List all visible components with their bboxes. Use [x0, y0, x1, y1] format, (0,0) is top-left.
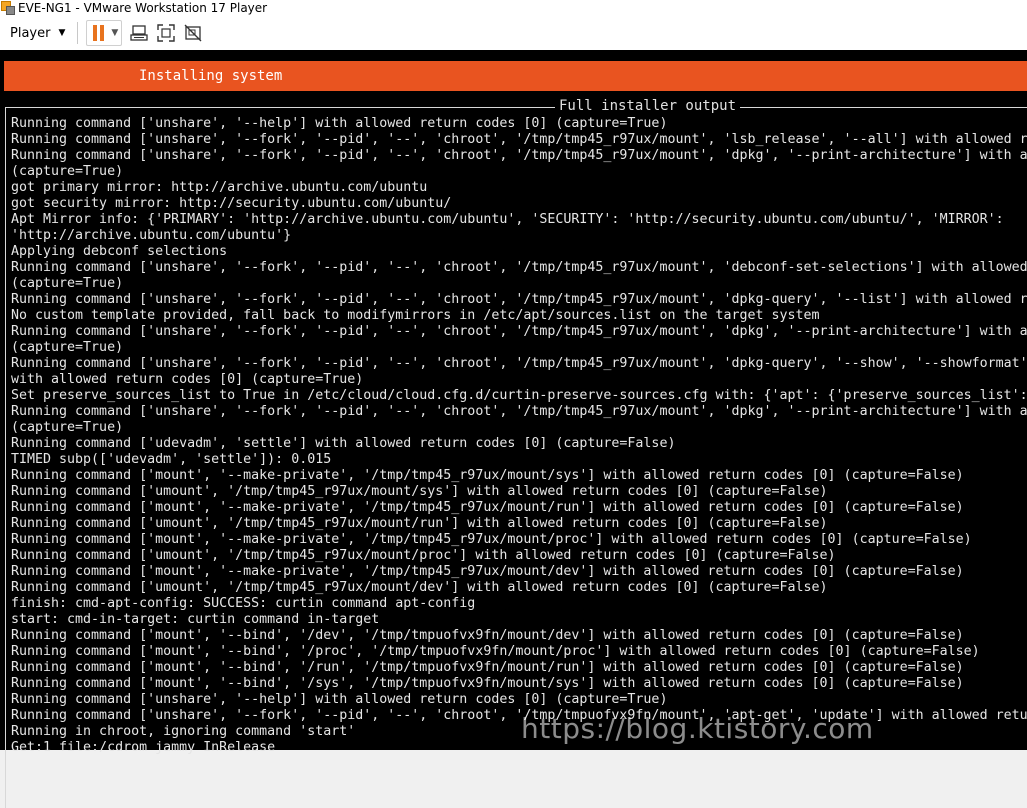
log-line: Running command ['mount', '--make-privat…	[11, 500, 964, 515]
fullscreen-icon[interactable]	[156, 23, 176, 43]
log-line: Running command ['umount', '/tmp/tmp45_r…	[11, 516, 828, 531]
pause-dropdown-icon[interactable]: ▼	[111, 28, 118, 38]
log-line: Running command ['mount', '--bind', '/sy…	[11, 676, 964, 691]
installer-header: Installing system	[139, 68, 283, 84]
send-ctrl-alt-del-icon[interactable]	[129, 23, 149, 43]
pause-button[interactable]: ▼	[86, 20, 123, 46]
vmware-app-icon	[1, 1, 15, 15]
log-line: (capture=True)	[11, 276, 124, 291]
log-line: (capture=True)	[11, 340, 124, 355]
player-menu-label: Player	[10, 25, 51, 41]
log-line: Running command ['unshare', '--fork', '-…	[11, 708, 1027, 723]
installer-header-bar: Installing system	[4, 61, 1027, 91]
log-line: Running command ['mount', '--bind', '/ru…	[11, 660, 964, 675]
log-line: Applying debconf selections	[11, 244, 228, 259]
installer-log: Running command ['unshare', '--help'] wi…	[11, 116, 1027, 800]
log-line: Running command ['mount', '--make-privat…	[11, 532, 972, 547]
window-title: EVE-NG1 - VMware Workstation 17 Player	[18, 1, 268, 15]
log-line: Running command ['unshare', '--help'] wi…	[11, 116, 668, 131]
log-line: finish: cmd-apt-config: SUCCESS: curtin …	[11, 596, 476, 611]
log-line: TIMED subp(['udevadm', 'settle']): 0.015	[11, 452, 332, 467]
log-line: Running command ['unshare', '--help'] wi…	[11, 692, 668, 707]
log-line: start: cmd-in-target: curtin command in-…	[11, 612, 380, 627]
toolbar-divider	[77, 22, 79, 44]
log-line: Running command ['unshare', '--fork', '-…	[11, 324, 1027, 339]
window-title-bar: EVE-NG1 - VMware Workstation 17 Player	[0, 0, 1027, 16]
player-menu-button[interactable]: Player ▼	[10, 26, 65, 41]
player-toolbar: Player ▼ ▼	[0, 16, 1027, 50]
log-line: Apt Mirror info: {'PRIMARY': 'http://arc…	[11, 212, 1004, 227]
log-line: Running command ['unshare', '--fork', '-…	[11, 292, 1027, 307]
log-line: Get:1 file:/cdrom jammy InRelease	[11, 740, 276, 755]
log-line: Set preserve_sources_list to True in /et…	[11, 388, 1027, 403]
log-line: Running command ['unshare', '--fork', '-…	[11, 132, 1027, 147]
pause-icon	[93, 25, 105, 41]
unity-icon[interactable]	[183, 23, 203, 43]
log-line: Running command ['umount', '/tmp/tmp45_r…	[11, 580, 828, 595]
log-line: Running in chroot, ignoring command 'sta…	[11, 724, 356, 739]
log-line: Running command ['mount', '--make-privat…	[11, 564, 964, 579]
log-line: Running command ['umount', '/tmp/tmp45_r…	[11, 484, 828, 499]
log-line: (capture=True)	[11, 420, 124, 435]
log-line: Running command ['umount', '/tmp/tmp45_r…	[11, 548, 836, 563]
output-title: Full installer output	[555, 98, 741, 114]
log-line: with allowed return codes [0] (capture=T…	[11, 372, 364, 387]
log-line: Running command ['mount', '--bind', '/pr…	[11, 644, 980, 659]
log-line: Running command ['mount', '--bind', '/de…	[11, 628, 964, 643]
log-line: (capture=True)	[11, 164, 124, 179]
log-line: Running command ['mount', '--make-privat…	[11, 468, 964, 483]
log-line: Running command ['unshare', '--fork', '-…	[11, 260, 1027, 275]
log-line: Running command ['unshare', '--fork', '-…	[11, 404, 1027, 419]
log-line: Running command ['unshare', '--fork', '-…	[11, 148, 1027, 163]
log-line: No custom template provided, fall back t…	[11, 308, 820, 323]
log-line: Running command ['udevadm', 'settle'] wi…	[11, 436, 676, 451]
log-line: got security mirror: http://security.ubu…	[11, 196, 452, 211]
log-line: 'http://archive.ubuntu.com/ubuntu'}	[11, 228, 292, 243]
log-line: Running command ['unshare', '--fork', '-…	[11, 356, 1027, 371]
caret-down-icon: ▼	[58, 28, 66, 38]
vm-console[interactable]: Installing system Full installer output …	[0, 50, 1027, 808]
log-line: got primary mirror: http://archive.ubunt…	[11, 180, 428, 195]
